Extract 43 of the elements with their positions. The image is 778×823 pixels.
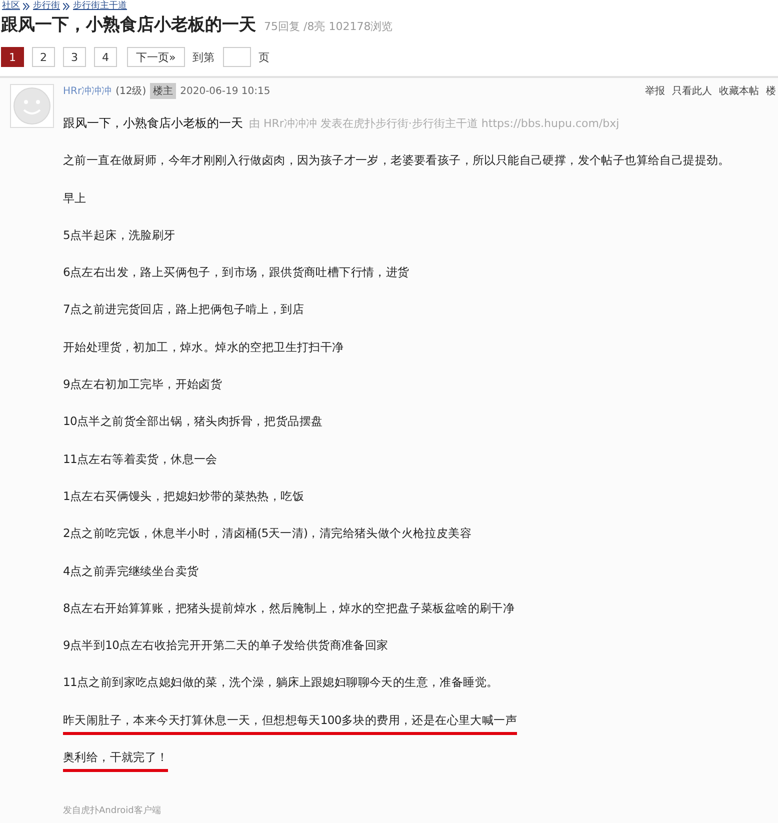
thread-stats: 75回复 /8亮 102178浏览 [264,19,393,35]
post-action-link[interactable]: 楼 [766,84,776,98]
post-time: 2020-06-19 10:15 [180,86,270,96]
post-text: 5点半起床，洗脸刷牙 [63,226,176,244]
post-text: 11点左右等着卖货，休息一会 [63,450,218,468]
breadcrumb-separator-icon [63,2,70,10]
post-action-link[interactable]: 收藏本帖 [719,84,759,98]
post-heading: 跟风一下，小熟食店小老板的一天 [63,116,243,130]
page-button[interactable]: 3 [63,47,86,67]
post-text: 昨天闹肚子，本来今天打算休息一天，但想想每天100多块的费用，还是在心里大喊一声 [63,712,517,735]
post-text: 4点之前弄完继续坐台卖货 [63,562,199,580]
post-text: 9点左右初加工完毕，开始卤货 [63,376,222,394]
page-input-field[interactable] [222,47,251,67]
post-text: 10点半之前货全部出锅，猪头肉拆骨，把货品摆盘 [63,413,323,430]
next-page-button[interactable]: 下一页» [127,47,185,67]
post-action-link[interactable]: 只看此人 [672,84,712,98]
post-text: 奥利给，干就完了！ [63,749,168,772]
post-text: 开始处理货，初加工，焯水。焯水的空把卫生打扫干净 [63,338,344,356]
post-text: 早上 [63,190,86,207]
breadcrumb-link[interactable]: 步行街 [33,0,60,12]
goto-label: 到第 [192,50,215,64]
page-label: 页 [258,50,270,64]
post-footer: 发自虎扑Android客户端 [63,804,778,818]
post-text: 2点之前吃完饭，休息半小时，清卤桶(5天一清)，清完给猪头做个火枪拉皮美容 [63,525,472,542]
post-text: 9点半到10点左右收拾完开开第二天的单子发给供货商准备回家 [63,637,388,654]
page-button[interactable]: 2 [32,47,55,67]
post-text: 8点左右开始算算账，把猪头提前焯水，然后腌制上，焯水的空把盘子菜板盆啥的刷干净 [63,600,515,617]
post-text: 1点左右买俩馒头，把媳妇炒带的菜热热，吃饭 [63,488,304,505]
post-text: 11点之前到家吃点媳妇做的菜，洗个澡，躺床上跟媳妇聊聊今天的生意，准备睡觉。 [63,674,498,692]
post-text: 7点之前进完货回店，路上把俩包子啃上，到店 [63,301,304,318]
page-button[interactable]: 4 [94,47,117,67]
breadcrumb-separator-icon [23,2,30,10]
post-source: 由 HRr冲冲冲 发表在虎扑步行街·步行街主干道 https://bbs.hupu.com/bxj [249,117,620,130]
page-button[interactable]: 1 [1,47,24,67]
post-text: 之前一直在做厨师，今年才刚刚入行做卤肉，因为孩子才一岁，老婆要看孩子，所以只能自己硬撑，发个帖子也算给自己提提劲。 [63,152,730,170]
author-level: (12级) [116,85,146,98]
breadcrumb-link[interactable]: 步行街主干道 [73,0,127,12]
op-badge: 楼主 [150,83,176,99]
post-text: 6点左右出发，路上买俩包子，到市场，跟供货商吐槽下行情，进货 [63,264,410,282]
post-action-link[interactable]: 举报 [645,84,665,98]
breadcrumb-link[interactable]: 社区 [2,0,20,12]
avatar-icon [10,84,54,128]
thread-title: 跟风一下，小熟食店小老板的一天 [1,14,256,36]
